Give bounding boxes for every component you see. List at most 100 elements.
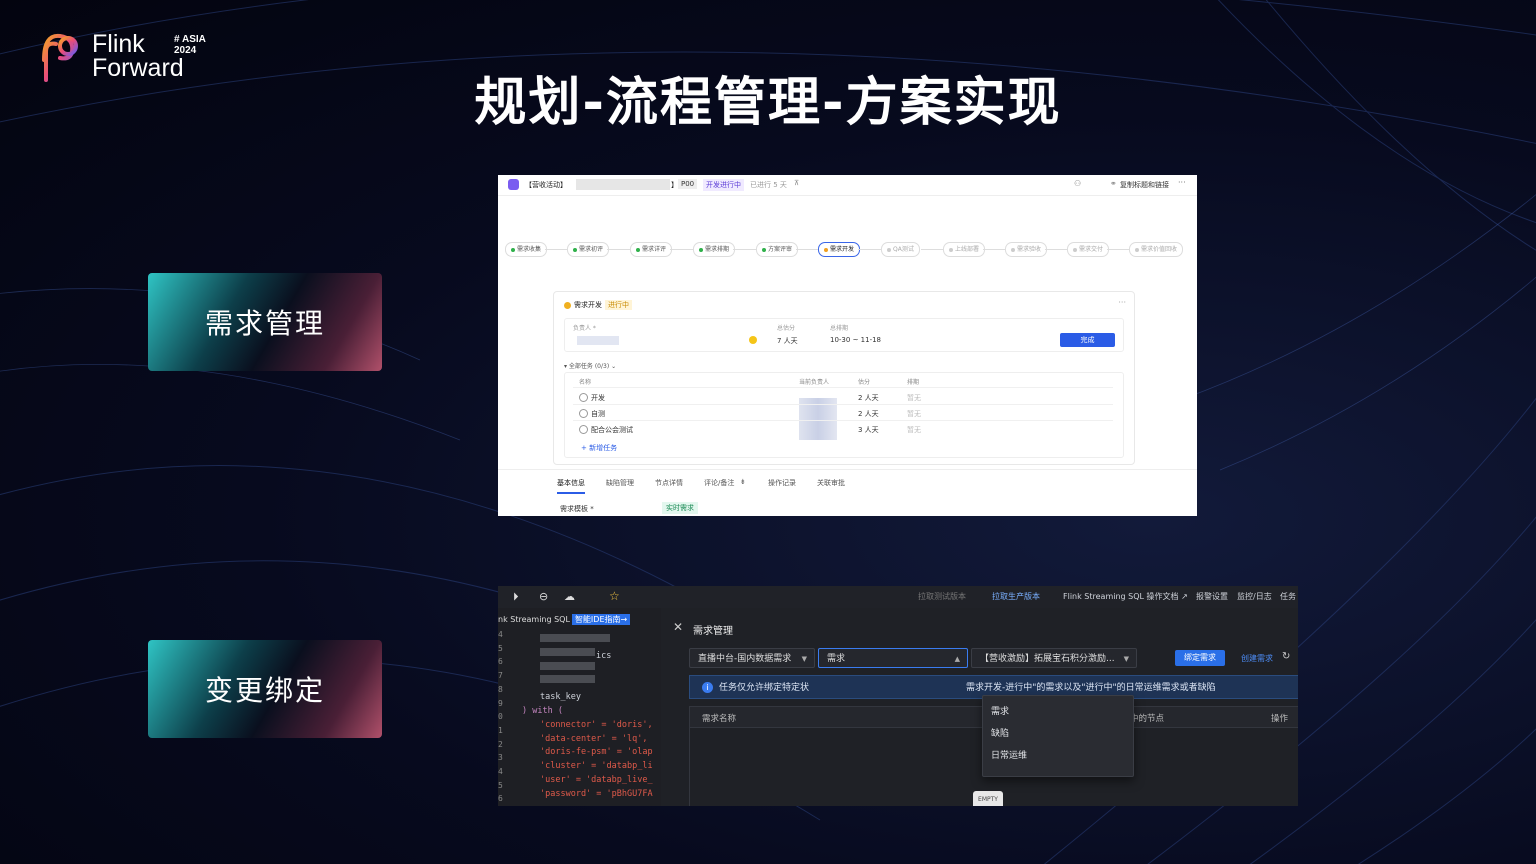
task-checkbox[interactable] [579,393,588,402]
step-label: 需求开发 [830,246,855,253]
user-icon[interactable]: ⚇ [1074,179,1081,188]
option-requirement[interactable]: 需求 [991,704,1009,717]
task-estimate: 2 人天 [858,410,879,418]
step-connector [1107,249,1129,250]
chevron-down-icon: ▼ [1123,655,1129,663]
code-line: ) with ( [522,706,563,716]
line-number: 4 [498,630,503,639]
code-line: 'connector' = 'doris', [540,720,653,730]
requirement-select-value: 【营收激励】拓展宝石积分激励... [980,654,1115,664]
ide-guide-button[interactable]: 智能IDE指南→ [571,614,631,625]
dept-select[interactable]: 直播中台-国内数据需求 ▼ [689,648,815,668]
step-label: 需求验收 [1017,246,1042,253]
more-icon[interactable]: ··· [1178,178,1186,187]
tab-basic-info[interactable]: 基本信息 [557,478,585,494]
task-checkbox[interactable] [579,409,588,418]
tab-approvals[interactable]: 关联审批 [817,478,845,488]
code-line: 'data-center' = 'lq', [540,734,648,744]
activity-tag: 【营收活动】 [525,181,567,189]
bind-requirement-button[interactable]: 绑定需求 [1175,650,1225,666]
workflow-step[interactable]: 需求开发 [818,242,861,257]
task-name[interactable]: 自测 [591,409,605,419]
estimate-label: 总估分 [777,325,796,332]
cloud-icon[interactable]: ☁ [564,590,575,603]
option-daily-ops[interactable]: 日常运维 [991,748,1027,761]
sql-editor[interactable]: nk Streaming SQL 智能IDE指南→ 4 5 6 7 8 9 0 1 2 3 4 5 6 ic… [498,608,662,806]
pin-icon[interactable]: ⊼ [794,179,799,187]
task-table: 名称 当前负责人 估分 排期 开发 2 人天 暂无 自测 2 人天 暂无 配合公… [564,372,1124,458]
add-task-button[interactable]: + 新增任务 [581,443,617,453]
close-icon[interactable]: ✕ [673,620,683,634]
change-binding-screenshot: ⏵ ⊖ ☁ ☆ 拉取测试版本 拉取生产版本 Flink Streaming SQ… [498,586,1298,806]
schedule-label: 总排期 [830,325,849,332]
alert-settings[interactable]: 报警设置 [1196,591,1228,602]
subtasks-toggle[interactable]: 全部任务 (0/3) [569,363,609,370]
workflow-step[interactable]: 需求价值回收 [1129,242,1184,257]
tab-node-details[interactable]: 节点详情 [655,478,683,488]
run-icon[interactable]: ⏵ [513,590,519,604]
doc-link[interactable]: Flink Streaming SQL 操作文档 ↗ [1063,591,1188,602]
redacted-code [540,634,610,642]
link-icon[interactable]: ⚭ [1110,179,1117,188]
line-number: 6 [498,657,503,667]
template-value[interactable]: 实时需求 [662,502,698,514]
step-label: 方案评审 [768,246,793,253]
tab-defects[interactable]: 缺陷管理 [606,478,634,488]
workflow-step[interactable]: 需求收集 [505,242,548,257]
stage-status-tag: 进行中 [605,300,632,310]
dev-stage-panel: 需求开发 进行中 ··· 负责人 * 总估分 7 人天 总排期 10-30 ~ 1… [553,291,1135,465]
step-label: 上线部署 [955,246,980,253]
editor-title: nk Streaming SQL [498,615,570,624]
task-name[interactable]: 开发 [591,393,605,403]
tab-history[interactable]: 操作记录 [768,478,796,488]
create-requirement-link[interactable]: 创建需求 [1241,653,1273,664]
pull-test-version[interactable]: 拉取测试版本 [918,591,966,602]
app-icon [508,179,519,190]
step-connector [858,249,881,250]
template-label: 需求模板 * [560,505,594,513]
chevron-down-icon[interactable]: ⌄ [609,363,616,370]
step-label: 需求收集 [517,246,542,253]
refresh-icon[interactable]: ↻ [1282,651,1290,662]
panel-more-icon[interactable]: ··· [1118,298,1126,307]
monitor-logs[interactable]: 监控/日志 [1237,591,1272,602]
workflow-step[interactable]: 需求验收 [1005,242,1048,257]
star-icon[interactable]: ☆ [609,589,620,603]
line-number: 5 [498,643,503,653]
filter-icon[interactable]: ⇟ [740,478,746,486]
pull-prod-version[interactable]: 拉取生产版本 [992,591,1040,602]
owner-avatar[interactable] [577,336,619,345]
workflow-step[interactable]: 需求初评 [567,242,610,257]
workflow-step[interactable]: 方案评审 [756,242,799,257]
lock-icon[interactable]: ⊖ [539,590,548,603]
complete-button[interactable]: 完成 [1060,333,1115,347]
card-requirement-management: 需求管理 [148,273,382,371]
tasks-link[interactable]: 任务 [1280,591,1296,602]
workflow-step[interactable]: 上线部署 [943,242,986,257]
type-select[interactable]: 需求 ▲ [818,648,968,668]
workflow-step[interactable]: QA测试 [881,242,920,257]
line-number: 1 [498,725,503,735]
card-change-binding: 变更绑定 [148,640,382,738]
status-badge: 开发进行中 [703,179,744,191]
workflow-step[interactable]: 需求详评 [630,242,673,257]
workflow-step[interactable]: 需求交付 [1067,242,1110,257]
line-number: 0 [498,712,503,722]
task-checkbox[interactable] [579,425,588,434]
step-connector [607,249,630,250]
step-status-dot-icon [1011,247,1015,252]
option-defect[interactable]: 缺陷 [991,726,1009,739]
chevron-up-icon: ▲ [954,655,960,663]
step-status-dot-icon [511,247,515,252]
requirement-select[interactable]: 【营收激励】拓展宝石积分激励... ▼ [971,648,1137,668]
workflow-steps: 需求收集 需求初评 需求详评 需求排期 方案评审 需求开发 QA测试 上线部署 需求验收 需求交付… [505,242,1195,258]
workflow-step[interactable]: 需求排期 [693,242,736,257]
card-label: 需求管理 [204,307,325,340]
step-status-dot-icon [762,247,766,252]
step-connector [921,249,943,250]
task-name[interactable]: 配合公会测试 [591,425,633,435]
tab-comments[interactable]: 评论/备注 [704,478,734,488]
line-number: 5 [498,780,503,790]
slide-title: 规划-流程管理-方案实现 [474,73,1062,133]
copy-title-link-button[interactable]: 复制标题和链接 [1120,180,1169,190]
